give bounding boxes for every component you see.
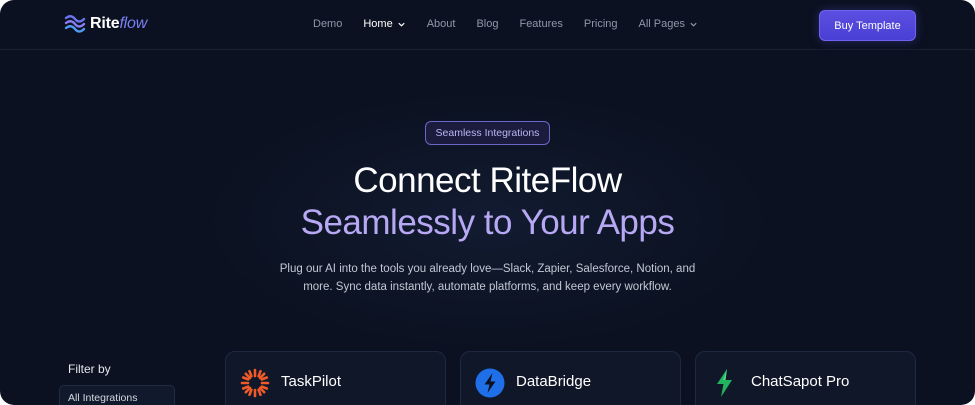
filter-heading: Filter by [68,362,111,376]
bolt-icon [717,369,732,397]
buy-template-button[interactable]: Buy Template [819,10,916,41]
top-nav: Riteflow Demo Home About Blog Features P… [0,0,975,50]
integration-card-taskpilot[interactable]: TaskPilot [225,351,446,405]
integration-card-chatsapot-pro[interactable]: ChatSapot Pro [695,351,916,405]
nav-item-label: All Pages [638,18,685,30]
nav-item-home[interactable]: Home [363,18,405,30]
hero-title-line1: Connect RiteFlow [353,161,622,200]
lightning-icon [475,368,505,398]
brand-logo[interactable]: Riteflow [64,14,147,34]
nav-item-label: About [426,18,456,30]
section-badge: Seamless Integrations [425,121,550,145]
nav-item-label: Home [363,18,393,30]
integration-card-databridge[interactable]: DataBridge [460,351,681,405]
integration-name: TaskPilot [281,373,342,390]
nav-item-about[interactable]: About [427,18,456,30]
chevron-down-icon [398,22,405,27]
brand-name: Riteflow [90,15,147,33]
nav-item-blog[interactable]: Blog [476,18,498,30]
integration-name: ChatSapot Pro [751,373,850,390]
hero-subtitle-line1: Plug our AI into the tools you already l… [279,263,696,275]
chevron-down-icon [690,22,697,27]
nav-item-label: Blog [476,18,499,30]
nav-item-label: Features [519,18,563,30]
wave-logo-icon [64,15,86,33]
integration-name: DataBridge [516,373,592,390]
hero-title-line2: Seamlessly to Your Apps [300,203,675,242]
nav-item-features[interactable]: Features [519,18,562,30]
brand-name-accent: flow [119,15,148,32]
nav-item-label: Pricing [583,18,618,30]
main-menu: Demo Home About Blog Features Pricing Al… [313,18,719,30]
hero-subtitle-line2: more. Sync data instantly, automate plat… [303,281,672,293]
page-frame: Riteflow Demo Home About Blog Features P… [0,0,975,405]
sunburst-icon [240,368,270,398]
filter-option-all[interactable]: All Integrations [59,385,175,405]
nav-item-label: Demo [313,18,343,30]
nav-item-all-pages[interactable]: All Pages [639,18,698,30]
nav-item-pricing[interactable]: Pricing [584,18,618,30]
brand-name-main: Rite [90,15,120,32]
nav-item-demo[interactable]: Demo [313,18,342,30]
